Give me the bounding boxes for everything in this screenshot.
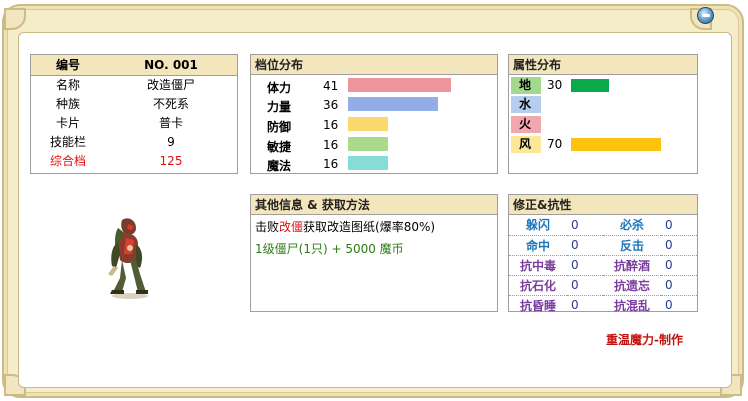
modifier-value: 0 (567, 255, 603, 276)
modifier-value: 0 (661, 215, 697, 236)
attr-bar (571, 79, 610, 92)
modifier-value: 0 (665, 298, 673, 313)
modifier-name: 反击 (603, 235, 661, 256)
stat-bar (348, 78, 451, 92)
drop-info-prefix: 击败 (255, 220, 280, 234)
stat-value: 41 (323, 79, 339, 93)
corner-curl-icon (4, 8, 26, 30)
modifier-row: 抗昏睡 0 抗混乱 0 (509, 295, 697, 315)
attr-chip: 火 (511, 116, 541, 133)
skill-slots-label: 技能栏 (49, 135, 86, 149)
stat-row-magic: 魔法 16 (251, 155, 497, 173)
attr-row-fire: 火 (509, 115, 697, 133)
drop-info-suffix: 获取改造图纸(爆率80%) (303, 220, 436, 234)
modifier-value: 0 (661, 235, 697, 256)
stat-row-defense: 防御 16 (251, 116, 497, 134)
stat-value: 16 (323, 157, 339, 171)
modifier-row: 抗中毒 0 抗醉酒 0 (509, 255, 697, 276)
craft-cost: 1级僵尸(1只) + 5000 魔币 (255, 242, 404, 256)
card-value: 普卡 (158, 116, 183, 130)
modifier-row: 命中 0 反击 0 (509, 235, 697, 256)
stat-bar (348, 137, 388, 151)
drop-monster-name: 改僵 (279, 220, 304, 234)
modifier-value: 0 (567, 235, 603, 256)
total-grade-value: 125 (159, 153, 183, 168)
attr-row-water: 水 (509, 95, 697, 113)
modifiers-title: 修正&抗性 (509, 195, 697, 215)
name-label: 名称 (55, 78, 80, 93)
modifier-name: 抗遗忘 (603, 275, 661, 296)
modifier-name: 躲闪 (509, 215, 567, 236)
modifier-name: 抗昏睡 (519, 298, 556, 313)
id-label: 编号 (31, 55, 105, 76)
drop-info: 击败改僵获取改造图纸(爆率80%) (251, 215, 497, 235)
race-label: 种族 (55, 97, 80, 111)
attr-chip: 地 (511, 77, 541, 94)
minus-icon (701, 14, 710, 17)
total-grade-label: 综合档 (49, 154, 86, 168)
stat-label: 力量 (267, 100, 292, 114)
attr-row-earth: 地 30 (509, 76, 697, 94)
basic-info-panel: 编号 NO. 001 名称 改造僵尸 种族 不死系 卡片 普卡 技能栏 9 综合档 125 (30, 54, 238, 174)
modifier-value: 0 (571, 298, 579, 313)
stat-row-agility: 敏捷 16 (251, 136, 497, 154)
attr-chip: 水 (511, 96, 541, 113)
attr-chip: 风 (511, 136, 541, 153)
stats-panel: 档位分布 体力 41 力量 36 防御 16 敏捷 16 魔法 16 (250, 54, 498, 174)
modifiers-panel: 修正&抗性 躲闪 0 必杀 0 命中 0 反击 0 抗中毒 0 抗醉酒 0 抗石… (508, 194, 698, 315)
close-button[interactable] (697, 7, 714, 24)
modifier-row: 躲闪 0 必杀 0 (509, 215, 697, 236)
modifier-name: 抗石化 (509, 275, 567, 296)
attributes-panel: 属性分布 地 30 水 火 风 70 (508, 54, 698, 174)
stat-row-hp: 体力 41 (251, 77, 497, 95)
name-value: 改造僵尸 (146, 78, 195, 93)
modifier-name: 抗混乱 (613, 298, 650, 313)
credit-text: 重温魔力-制作 (606, 333, 683, 347)
modifier-value: 0 (567, 215, 603, 236)
attr-bar (571, 138, 661, 151)
stat-label: 敏捷 (267, 140, 292, 154)
attributes-title: 属性分布 (509, 55, 697, 75)
skill-slots-value: 9 (167, 134, 175, 149)
stat-label: 魔法 (267, 159, 292, 173)
stat-label: 防御 (267, 120, 292, 134)
modifier-name: 必杀 (603, 215, 661, 236)
modifier-value: 0 (567, 275, 603, 296)
race-value: 不死系 (152, 97, 189, 111)
stat-bar (348, 97, 438, 111)
acquisition-title: 其他信息 & 获取方法 (251, 195, 497, 215)
modifier-name: 抗醉酒 (603, 255, 661, 276)
attr-value: 70 (547, 137, 563, 151)
stat-value: 36 (323, 98, 339, 112)
modifier-value: 0 (661, 255, 697, 276)
stat-value: 16 (323, 138, 339, 152)
attr-row-wind: 风 70 (509, 135, 697, 153)
card-label: 卡片 (55, 116, 80, 130)
modifier-name: 命中 (509, 235, 567, 256)
attr-value: 30 (547, 78, 563, 92)
stat-row-power: 力量 36 (251, 96, 497, 114)
stats-title: 档位分布 (251, 55, 497, 75)
stat-bar (348, 117, 388, 131)
modifier-name: 抗中毒 (509, 255, 567, 276)
modifier-value: 0 (661, 275, 697, 296)
modifier-row: 抗石化 0 抗遗忘 0 (509, 275, 697, 296)
stat-label: 体力 (267, 81, 292, 95)
monster-sprite-icon (108, 218, 148, 299)
stat-value: 16 (323, 118, 339, 132)
acquisition-panel: 其他信息 & 获取方法 击败改僵获取改造图纸(爆率80%) 1级僵尸(1只) +… (250, 194, 498, 312)
id-value: NO. 001 (105, 55, 237, 76)
stat-bar (348, 156, 388, 170)
